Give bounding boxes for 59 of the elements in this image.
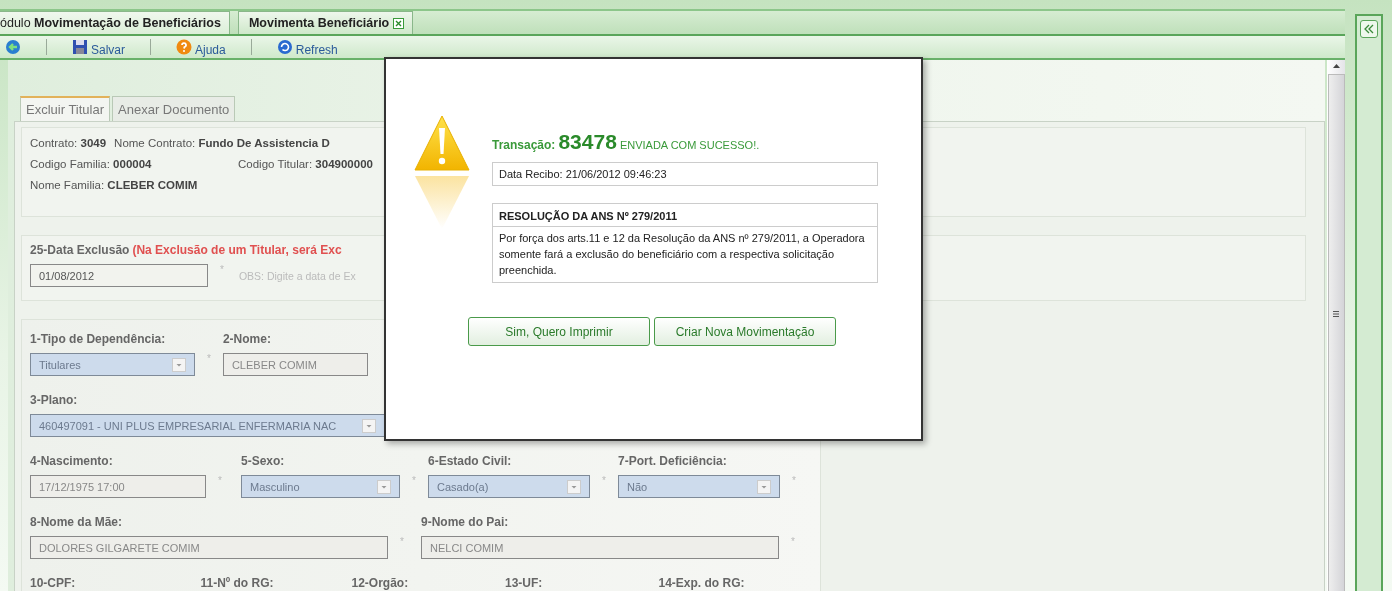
field-label: 5-Sexo: [241, 454, 286, 469]
dropdown-field[interactable]: Não [618, 475, 781, 498]
text-field[interactable]: NELCI COMIM [421, 536, 779, 559]
back-arrow-icon [5, 39, 21, 55]
grip-icon [1332, 310, 1340, 318]
double-chevron-icon [1364, 24, 1374, 34]
info-text: Nome Familia: CLEBER COMIM [30, 179, 198, 191]
close-icon[interactable] [393, 17, 405, 29]
field-label: 10-CPF: [30, 576, 77, 591]
field-label: 8-Nome da Mãe: [30, 515, 124, 530]
toolbar-button[interactable]: Salvar [67, 36, 130, 58]
toolbar-button[interactable]: Refresh [271, 36, 343, 58]
dialog-button[interactable]: Sim, Quero Imprimir [468, 317, 650, 346]
text-field[interactable]: DOLORES GILGARETE COMIM [30, 536, 388, 559]
notice-title: RESOLUÇÃO DA ANS Nº 279/2011 [493, 204, 877, 227]
required-mark: * [792, 475, 796, 486]
expand-button[interactable] [1360, 20, 1378, 38]
help-icon [176, 39, 192, 55]
transaction-status: Transação:83478 ENVIADA COM SUCESSO!. [492, 130, 761, 154]
field-label: 4-Nascimento: [30, 454, 114, 469]
field-label: 14-Exp. do RG: [658, 576, 746, 591]
notice-text: Por força dos arts.11 e 12 da Resolução da ANS nº 279/2011, a Operadora somente fará a exclusão do beneficiário com a respectiva solicitação preenchida. [498, 231, 866, 278]
dropdown-field[interactable]: 460497091 - UNI PLUS EMPRESARIAL ENFERMARIA NAC [30, 414, 385, 437]
field-label: 25-Data Exclusão [30, 243, 130, 257]
field-label: 12-Orgão: [351, 576, 410, 591]
required-mark: * [207, 353, 211, 364]
text-field[interactable]: 17/12/1975 17:00 [30, 475, 206, 498]
dropdown-field[interactable]: Casado(a) [428, 475, 591, 498]
field-label: 11-Nº do RG: [200, 576, 275, 591]
warning-text: (Na Exclusão de um Titular, será Exc [132, 243, 342, 257]
module-tab[interactable]: Movimenta Beneficiário [237, 11, 414, 34]
receipt-date: Data Recibo: 21/06/2012 09:46:23 [492, 162, 878, 186]
required-mark: * [218, 475, 222, 486]
field-label: 2-Nome: [222, 332, 272, 347]
dialog-button[interactable]: Criar Nova Movimentação [654, 317, 836, 346]
module-tab[interactable]: ódulo Movimentação de Beneficiários [0, 11, 230, 34]
required-mark: * [602, 475, 606, 486]
info-text: Contrato: 3049 [30, 137, 107, 149]
form-tab[interactable]: Anexar Documento [112, 96, 236, 121]
required-mark: * [400, 536, 404, 547]
dropdown-field[interactable]: Masculino [241, 475, 401, 498]
required-mark: * [791, 536, 795, 547]
field-label: 9-Nome do Pai: [421, 515, 510, 530]
dropdown-field[interactable]: Titulares [30, 353, 195, 376]
toolbar-button[interactable]: Ajuda [171, 36, 231, 58]
field-label: 7-Port. Deficiência: [618, 454, 728, 469]
field-label: 1-Tipo de Dependência: [30, 332, 167, 347]
info-text: Codigo Titular: 304900000 [238, 158, 373, 170]
required-mark: * [220, 264, 224, 275]
field-label: 3-Plano: [30, 393, 79, 408]
refresh-icon [276, 39, 293, 55]
field-label: 6-Estado Civil: [428, 454, 513, 469]
date-field[interactable]: 01/08/2012 [30, 264, 208, 287]
field-label: 13-UF: [505, 576, 544, 591]
info-text: Nome Contrato: Fundo De Assistencia D [114, 137, 330, 149]
required-mark: * [412, 475, 416, 486]
text-field[interactable]: CLEBER COMIM [222, 353, 368, 376]
info-text: Codigo Familia: 000004 [30, 158, 153, 170]
form-tab[interactable]: Excluir Titular [20, 96, 111, 121]
